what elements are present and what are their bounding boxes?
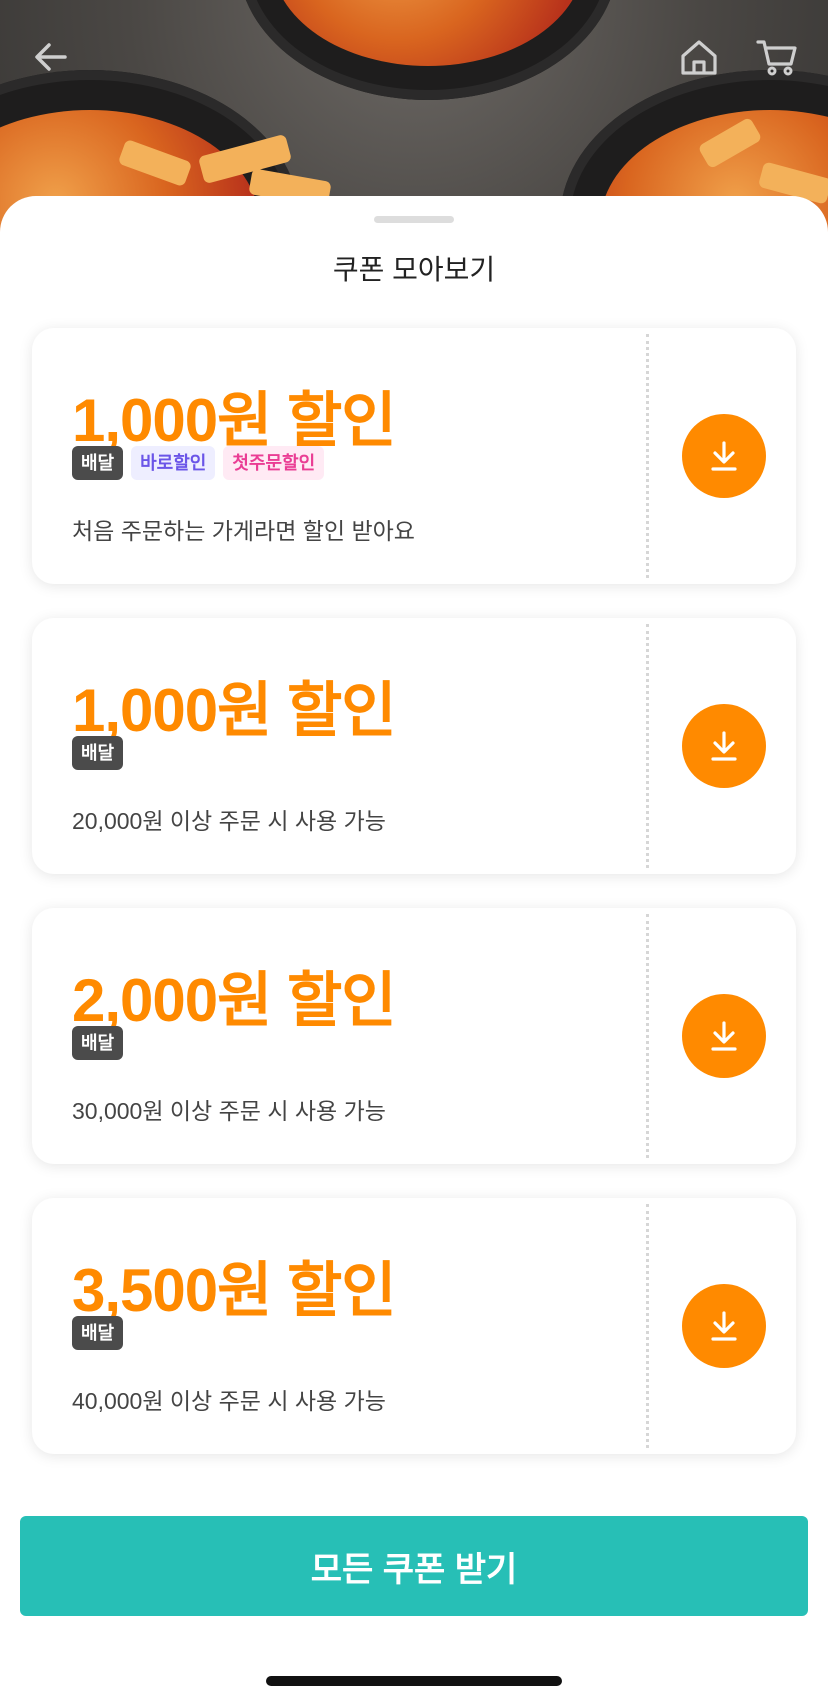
back-button[interactable] xyxy=(26,32,76,82)
tag-first-order: 첫주문할인 xyxy=(223,446,325,480)
coupon-card: 1,000원 할인 배달 바로할인 첫주문할인 처음 주문하는 가게라면 할인 … xyxy=(32,328,796,584)
home-icon xyxy=(681,40,717,75)
get-all-coupons-button[interactable]: 모든 쿠폰 받기 xyxy=(20,1516,808,1616)
download-icon xyxy=(711,441,737,471)
coupon-divider xyxy=(646,334,649,578)
coupon-description: 30,000원 이상 주문 시 사용 가능 xyxy=(72,1098,386,1124)
home-indicator xyxy=(266,1676,562,1686)
coupon-description: 20,000원 이상 주문 시 사용 가능 xyxy=(72,808,386,834)
tag-delivery: 배달 xyxy=(72,446,124,480)
coupon-description: 처음 주문하는 가게라면 할인 받아요 xyxy=(72,518,415,544)
coupon-tags: 배달 바로할인 첫주문할인 xyxy=(72,446,325,480)
download-coupon-button[interactable] xyxy=(682,1284,766,1368)
arrow-left-icon xyxy=(35,43,67,71)
coupon-card: 2,000원 할인 배달 30,000원 이상 주문 시 사용 가능 xyxy=(32,908,796,1164)
home-button[interactable] xyxy=(674,32,724,82)
download-icon xyxy=(711,1021,737,1051)
coupon-tags: 배달 xyxy=(72,736,124,770)
sheet-grabber[interactable] xyxy=(374,216,454,223)
tag-instant-discount: 바로할인 xyxy=(131,446,216,480)
coupon-tags: 배달 xyxy=(72,1316,124,1350)
coupon-tags: 배달 xyxy=(72,1026,124,1060)
coupon-card: 3,500원 할인 배달 40,000원 이상 주문 시 사용 가능 xyxy=(32,1198,796,1454)
coupon-divider xyxy=(646,624,649,868)
cart-icon xyxy=(756,40,797,76)
download-coupon-button[interactable] xyxy=(682,994,766,1078)
cart-button[interactable] xyxy=(752,32,802,82)
tag-delivery: 배달 xyxy=(72,1026,124,1060)
coupon-sheet: 쿠폰 모아보기 1,000원 할인 배달 바로할인 첫주문할인 처음 주문하는 … xyxy=(0,196,828,1704)
coupon-divider xyxy=(646,914,649,1158)
download-icon xyxy=(711,1311,737,1341)
coupon-description: 40,000원 이상 주문 시 사용 가능 xyxy=(72,1388,386,1414)
pot-top xyxy=(238,0,618,100)
tag-delivery: 배달 xyxy=(72,1316,124,1350)
tag-delivery: 배달 xyxy=(72,736,124,770)
download-coupon-button[interactable] xyxy=(682,704,766,788)
download-coupon-button[interactable] xyxy=(682,414,766,498)
coupon-divider xyxy=(646,1204,649,1448)
download-icon xyxy=(711,731,737,761)
sheet-title: 쿠폰 모아보기 xyxy=(332,254,496,285)
coupon-card: 1,000원 할인 배달 20,000원 이상 주문 시 사용 가능 xyxy=(32,618,796,874)
